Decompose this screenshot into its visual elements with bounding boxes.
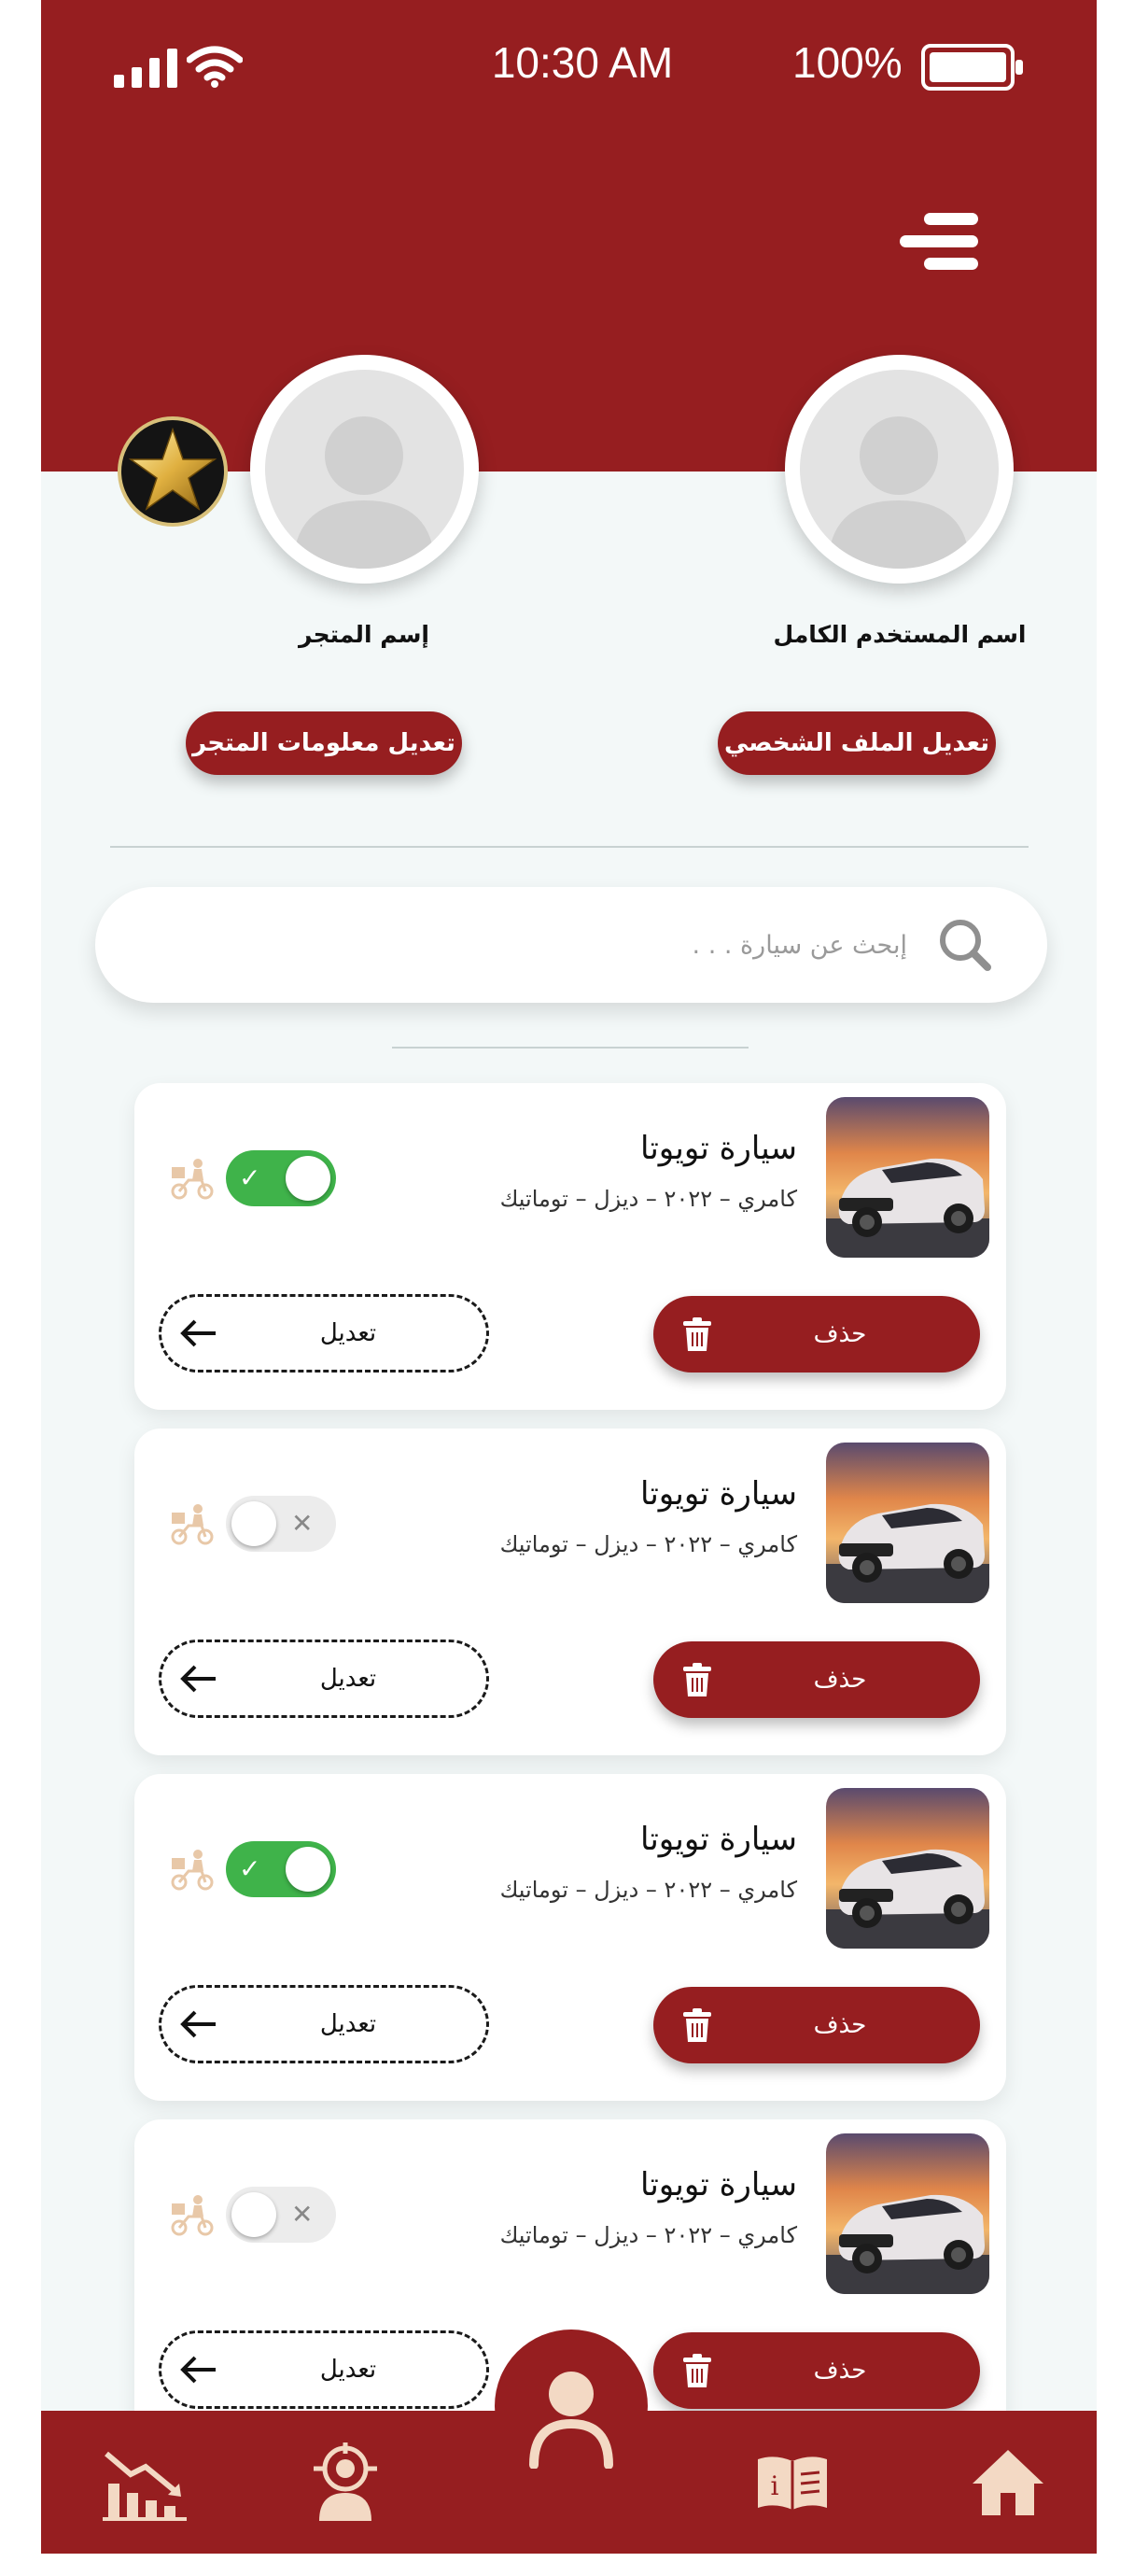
car-card: سيارة تويوتا كامري – ٢٠٢٢ – ديزل – تومات… [134,1774,1006,2101]
delete-button[interactable]: حذف [653,1296,980,1372]
availability-toggle[interactable]: ✕ [226,2187,336,2243]
availability-toggle[interactable]: ✓ [226,1150,336,1206]
toggle-knob [286,1847,330,1892]
delivery-icon [171,1504,214,1545]
car-thumbnail [826,1097,989,1258]
delete-button[interactable]: حذف [653,1987,980,2063]
arrow-left-icon [180,2356,216,2384]
edit-store-button[interactable]: تعديل معلومات المتجر [186,711,462,775]
edit-profile-button[interactable]: تعديل الملف الشخصي [718,711,996,775]
search-icon[interactable] [935,915,995,975]
car-card: سيارة تويوتا كامري – ٢٠٢٢ – ديزل – تومات… [134,1429,1006,1755]
store-name: إسم المتجر [299,621,429,648]
profile-icon[interactable] [526,2366,616,2469]
check-icon: ✓ [239,1162,261,1193]
car-details: كامري – ٢٠٢٢ – ديزل – توماتيك [499,1186,797,1212]
trash-icon [683,1317,711,1351]
arrow-left-icon [180,1319,216,1347]
wifi-icon [187,46,243,88]
car-details: كامري – ٢٠٢٢ – ديزل – توماتيك [499,2222,797,2248]
edit-label: تعديل [319,1665,377,1693]
car-title: سيارة تويوتا [639,2166,797,2203]
signal-icon [114,49,177,88]
trash-icon [683,1663,711,1696]
delivery-icon [171,2195,214,2236]
edit-button[interactable]: تعديل [159,1640,489,1718]
car-thumbnail-image [826,1443,989,1603]
edit-label: تعديل [319,1319,377,1347]
delete-label: حذف [813,2357,867,2385]
battery-icon [921,44,1023,91]
car-title: سيارة تويوتا [639,1821,797,1858]
battery-percentage: 100% [792,38,903,87]
edit-button[interactable]: تعديل [159,2330,489,2409]
status-time: 10:30 AM [491,38,674,87]
delivery-icon [171,1159,214,1200]
svg-text:i: i [771,2470,779,2501]
edit-button[interactable]: تعديل [159,1294,489,1372]
toggle-knob [231,1501,276,1546]
car-card: سيارة تويوتا كامري – ٢٠٢٢ – ديزل – تومات… [134,1083,1006,1410]
search-box [95,887,1047,1003]
car-thumbnail [826,1443,989,1603]
delete-label: حذف [813,1320,867,1348]
delivery-icon [170,1156,215,1201]
book-info-icon[interactable]: i [754,2454,831,2513]
star-badge-icon [118,416,228,527]
toggle-knob [286,1156,330,1201]
bottom-nav: i [41,2372,1097,2554]
divider [392,1047,749,1049]
trash-icon [683,2008,711,2042]
user-full-name: اسم المستخدم الكامل [773,621,1027,648]
edit-button[interactable]: تعديل [159,1985,489,2063]
availability-toggle[interactable]: ✓ [226,1841,336,1897]
car-title: سيارة تويوتا [639,1130,797,1167]
delivery-icon [170,2192,215,2237]
availability-toggle[interactable]: ✕ [226,1496,336,1552]
status-bar: 10:30 AM 100% [41,0,1097,140]
car-details: كامري – ٢٠٢٢ – ديزل – توماتيك [499,1877,797,1903]
car-title: سيارة تويوتا [639,1475,797,1513]
delete-label: حذف [813,2011,867,2039]
user-avatar-icon [828,416,970,569]
car-details: كامري – ٢٠٢٢ – ديزل – توماتيك [499,1531,797,1557]
car-thumbnail [826,2133,989,2294]
delete-button[interactable]: حذف [653,2332,980,2409]
check-icon: ✓ [239,1853,261,1884]
trash-icon [683,2354,711,2387]
user-avatar[interactable] [785,355,1014,584]
car-thumbnail [826,1788,989,1949]
arrow-left-icon [180,2010,216,2038]
car-thumbnail-image [826,1097,989,1258]
delivery-icon [170,1847,215,1892]
search-input[interactable] [170,917,907,973]
edit-label: تعديل [319,2356,377,2384]
car-thumbnail-image [826,1788,989,1949]
menu-icon[interactable] [900,207,978,274]
app-screen: 10:30 AM 100% إسم المتجر اسم المستخدم ال… [41,0,1097,2554]
agent-target-icon[interactable] [310,2442,381,2521]
delivery-icon [170,1501,215,1546]
car-thumbnail-image [826,2133,989,2294]
delivery-icon [171,1850,214,1891]
x-icon: ✕ [291,2199,314,2230]
arrow-left-icon [180,1665,216,1693]
toggle-knob [231,2192,276,2237]
store-avatar-icon [293,416,435,569]
divider [110,846,1029,848]
home-icon[interactable] [971,2448,1045,2517]
delete-label: حذف [813,1666,867,1694]
x-icon: ✕ [291,1508,314,1539]
edit-label: تعديل [319,2010,377,2038]
delete-button[interactable]: حذف [653,1641,980,1718]
store-avatar[interactable] [250,355,479,584]
chart-down-icon[interactable] [103,2448,187,2521]
